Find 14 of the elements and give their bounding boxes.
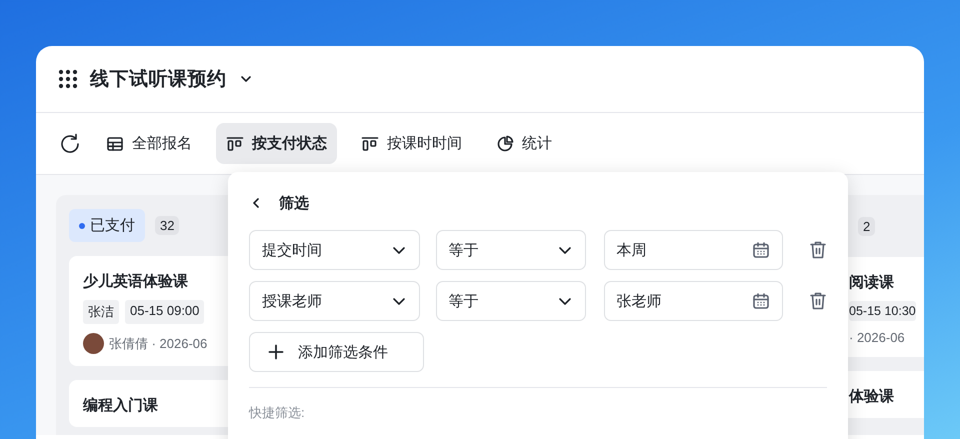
card-meta: · 2026-06	[849, 330, 905, 345]
app-title: 线下试听课预约	[90, 68, 226, 92]
card-tag: 05-15 10:30	[849, 301, 916, 321]
status-label: 已支付	[90, 216, 135, 235]
card-title: 少儿英语体验课	[83, 272, 189, 291]
panel-title: 筛选	[279, 194, 309, 212]
card-tag: 张洁	[83, 300, 119, 324]
count-badge: 2	[858, 216, 876, 236]
card-title: 编程入门课	[83, 396, 159, 415]
count-badge: 32	[155, 216, 180, 235]
card-tag: 05-15 09:00	[125, 300, 204, 324]
card-meta: 张倩倩 · 2026-06	[109, 334, 208, 352]
card-title: 体验课	[849, 387, 895, 406]
card-title: 阅读课	[849, 273, 895, 292]
